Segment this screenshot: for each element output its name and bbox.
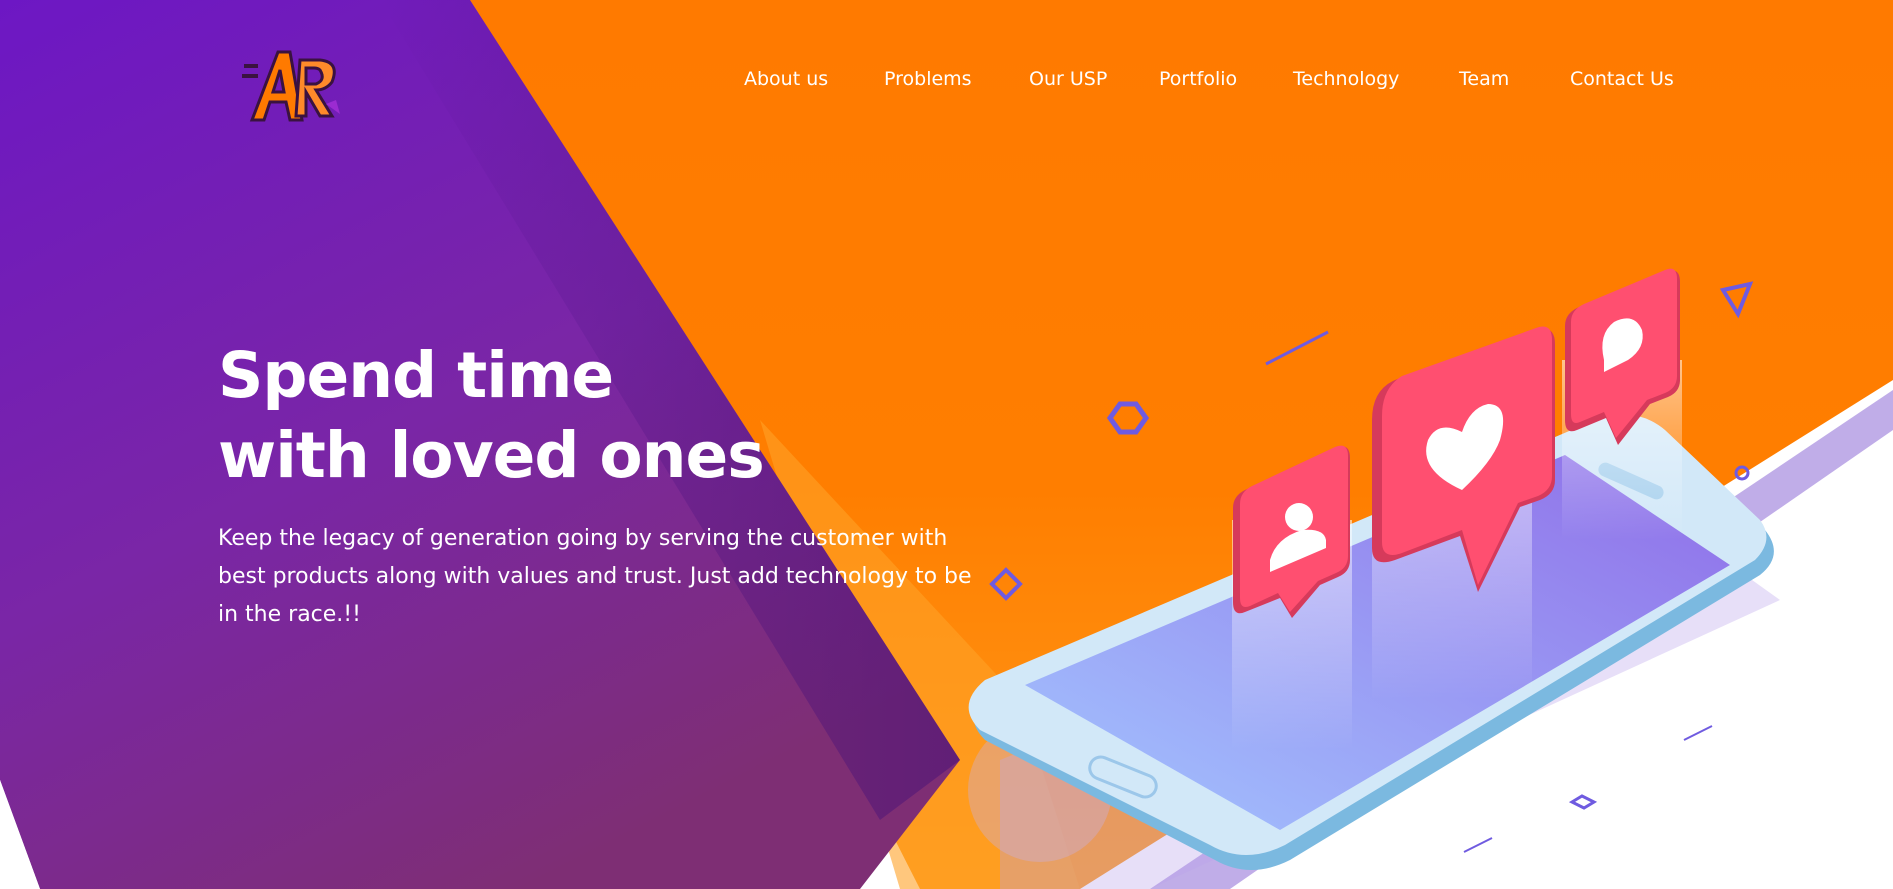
- triangle-decoration-icon: [1719, 281, 1754, 319]
- line-decoration-2: [1683, 725, 1713, 741]
- hexagon-decoration-icon: [1106, 401, 1150, 435]
- line-decoration-1: [1265, 330, 1329, 366]
- phone-illustration: [968, 268, 1780, 889]
- small-diamond-decoration-icon: [1568, 794, 1598, 810]
- line-decoration-3: [1463, 837, 1493, 853]
- circle-decoration-icon: [1734, 465, 1750, 481]
- diamond-decoration-icon: [989, 567, 1023, 601]
- hero-section: About us Problems Our USP Portfolio Tech…: [0, 0, 1893, 889]
